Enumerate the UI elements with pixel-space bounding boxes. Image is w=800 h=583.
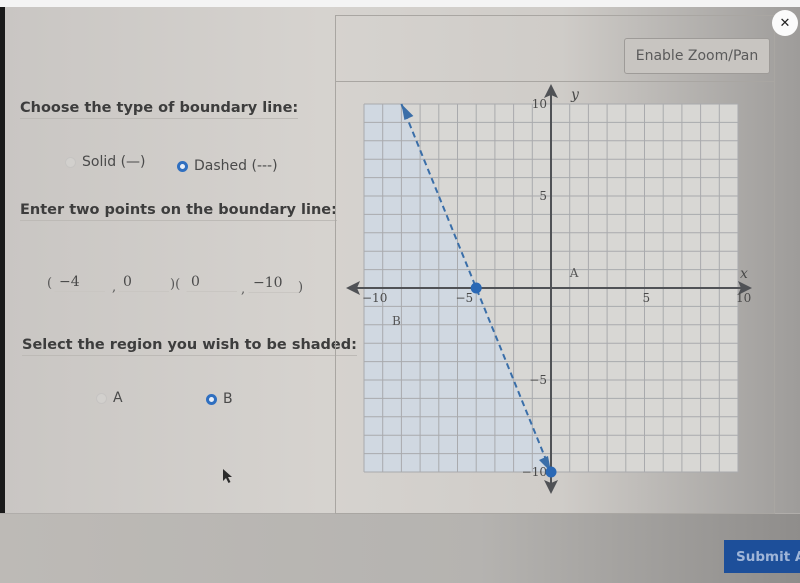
boundary-type-heading: Choose the type of boundary line:: [20, 100, 299, 119]
radio-dashed[interactable]: Dashed (---): [177, 158, 278, 174]
graph-panel: [335, 15, 775, 514]
radio-solid-label: Solid (—): [82, 154, 146, 170]
radio-solid[interactable]: Solid (—): [65, 154, 146, 170]
paren-close: ): [298, 280, 304, 295]
submit-answer-button[interactable]: Submit An: [724, 540, 800, 573]
question-column: Choose the type of boundary line: Solid …: [0, 0, 357, 510]
radio-dashed-button[interactable]: [177, 160, 188, 172]
points-heading: Enter two points on the boundary line:: [20, 202, 337, 221]
radio-region-b-button[interactable]: [206, 393, 217, 405]
point1-y-input[interactable]: 0: [118, 273, 169, 292]
radio-dashed-label: Dashed (---): [194, 158, 278, 174]
panel-divider: [335, 81, 775, 82]
paren-open-1: (: [47, 276, 53, 291]
point1-x-input[interactable]: −4: [54, 273, 105, 292]
paren-mid: )(: [170, 277, 181, 292]
radio-region-b[interactable]: B: [206, 391, 233, 407]
comma-1: ,: [112, 280, 117, 295]
radio-region-b-label: B: [223, 391, 233, 407]
radio-region-a-button[interactable]: [96, 392, 107, 404]
enable-zoom-pan-button[interactable]: Enable Zoom/Pan: [624, 38, 770, 74]
comma-2: ,: [241, 282, 246, 297]
radio-region-a[interactable]: A: [96, 390, 123, 406]
mouse-cursor-icon: [223, 469, 232, 483]
point2-y-input[interactable]: −10: [248, 274, 299, 293]
point2-x-input[interactable]: 0: [186, 273, 237, 292]
radio-solid-button[interactable]: [65, 156, 76, 168]
close-icon: ✕: [779, 15, 791, 31]
region-heading: Select the region you wish to be shaded:: [22, 337, 357, 356]
footer-bar: [0, 513, 800, 583]
radio-region-a-label: A: [113, 390, 123, 406]
close-button[interactable]: ✕: [772, 10, 798, 36]
